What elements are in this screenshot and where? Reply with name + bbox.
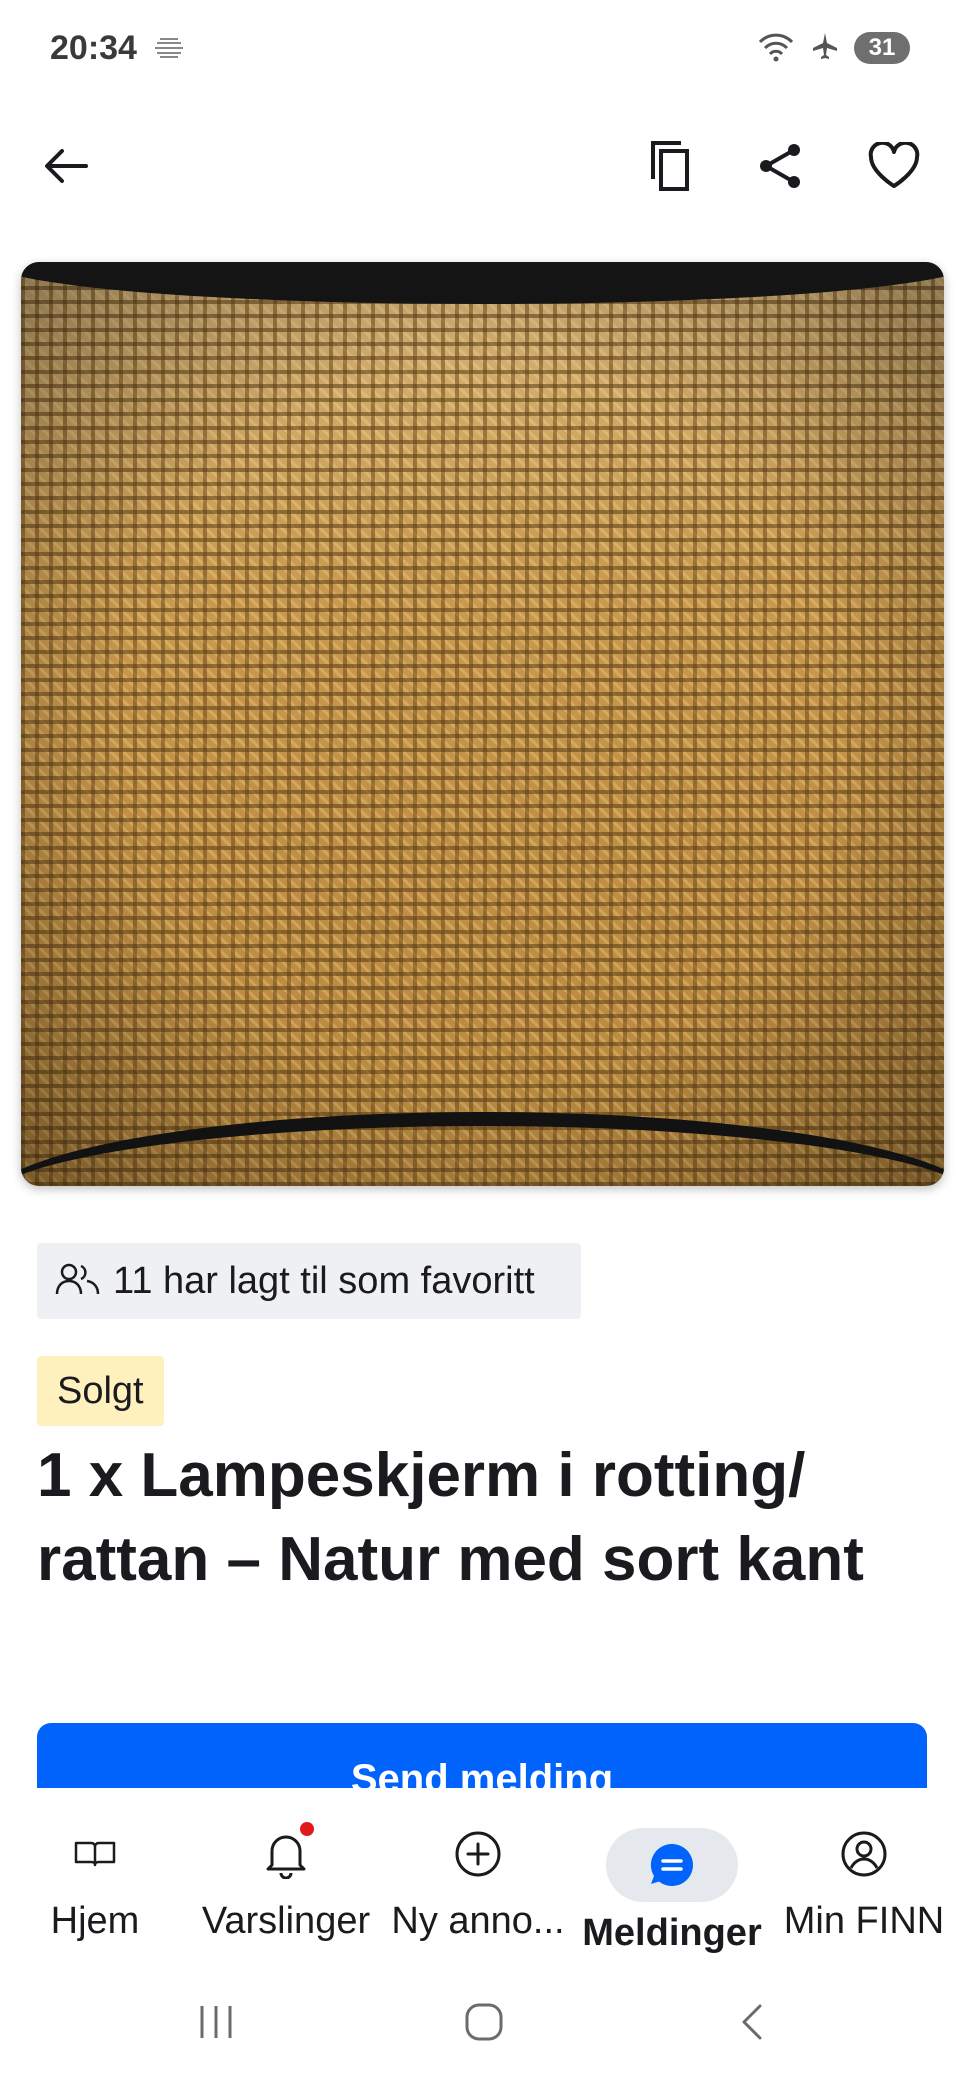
favorites-count-text: 11 har lagt til som favoritt	[113, 1259, 535, 1302]
plus-circle-icon	[453, 1828, 503, 1880]
top-app-bar	[0, 110, 960, 220]
book-icon	[73, 1828, 117, 1880]
notification-dot	[300, 1822, 314, 1836]
wifi-icon	[756, 30, 796, 67]
settings-gear-icon	[151, 34, 187, 62]
copy-icon[interactable]	[634, 130, 706, 202]
heart-icon[interactable]	[858, 130, 930, 202]
user-circle-icon	[839, 1828, 889, 1880]
nav-label-my-finn: Min FINN	[783, 1900, 945, 1942]
nav-item-home[interactable]: Hjem	[20, 1788, 170, 1958]
nav-item-new-ad[interactable]: Ny anno...	[378, 1788, 578, 1958]
system-navigation-bar	[0, 1966, 960, 2080]
nav-item-my-finn[interactable]: Min FINN	[774, 1788, 954, 1958]
bottom-navigation: Hjem Varslinger Ny anno... Meldinger Min…	[0, 1788, 960, 1958]
status-bar: 20:34 31	[0, 0, 960, 96]
nav-item-messages[interactable]: Meldinger	[572, 1788, 772, 1958]
listing-title: 1 x Lampeskjerm i rotting/ rattan – Natu…	[37, 1441, 864, 1594]
listing-page: 20:34 31 11 har lagt til som favoritt So…	[0, 0, 960, 2080]
nav-label-new-ad: Ny anno...	[391, 1900, 565, 1942]
favorites-count-chip: 11 har lagt til som favoritt	[37, 1243, 581, 1319]
share-icon[interactable]	[745, 130, 817, 202]
nav-item-notifications[interactable]: Varslinger	[190, 1788, 382, 1958]
nav-label-home: Hjem	[50, 1900, 140, 1942]
bell-icon	[264, 1822, 314, 1880]
back-icon[interactable]	[720, 1990, 784, 2054]
status-time: 20:34	[50, 28, 137, 67]
users-icon	[55, 1262, 101, 1301]
status-icons: 31	[756, 30, 910, 67]
chat-icon	[606, 1828, 738, 1902]
nav-label-notifications: Varslinger	[201, 1900, 371, 1942]
status-badge: Solgt	[37, 1356, 164, 1426]
airplane-icon	[810, 31, 840, 66]
recents-icon[interactable]	[184, 1990, 248, 2054]
nav-label-messages: Meldinger	[582, 1912, 762, 1954]
back-arrow-icon[interactable]	[30, 130, 102, 202]
listing-photo[interactable]	[21, 262, 944, 1186]
battery-indicator: 31	[854, 32, 910, 64]
home-icon[interactable]	[452, 1990, 516, 2054]
